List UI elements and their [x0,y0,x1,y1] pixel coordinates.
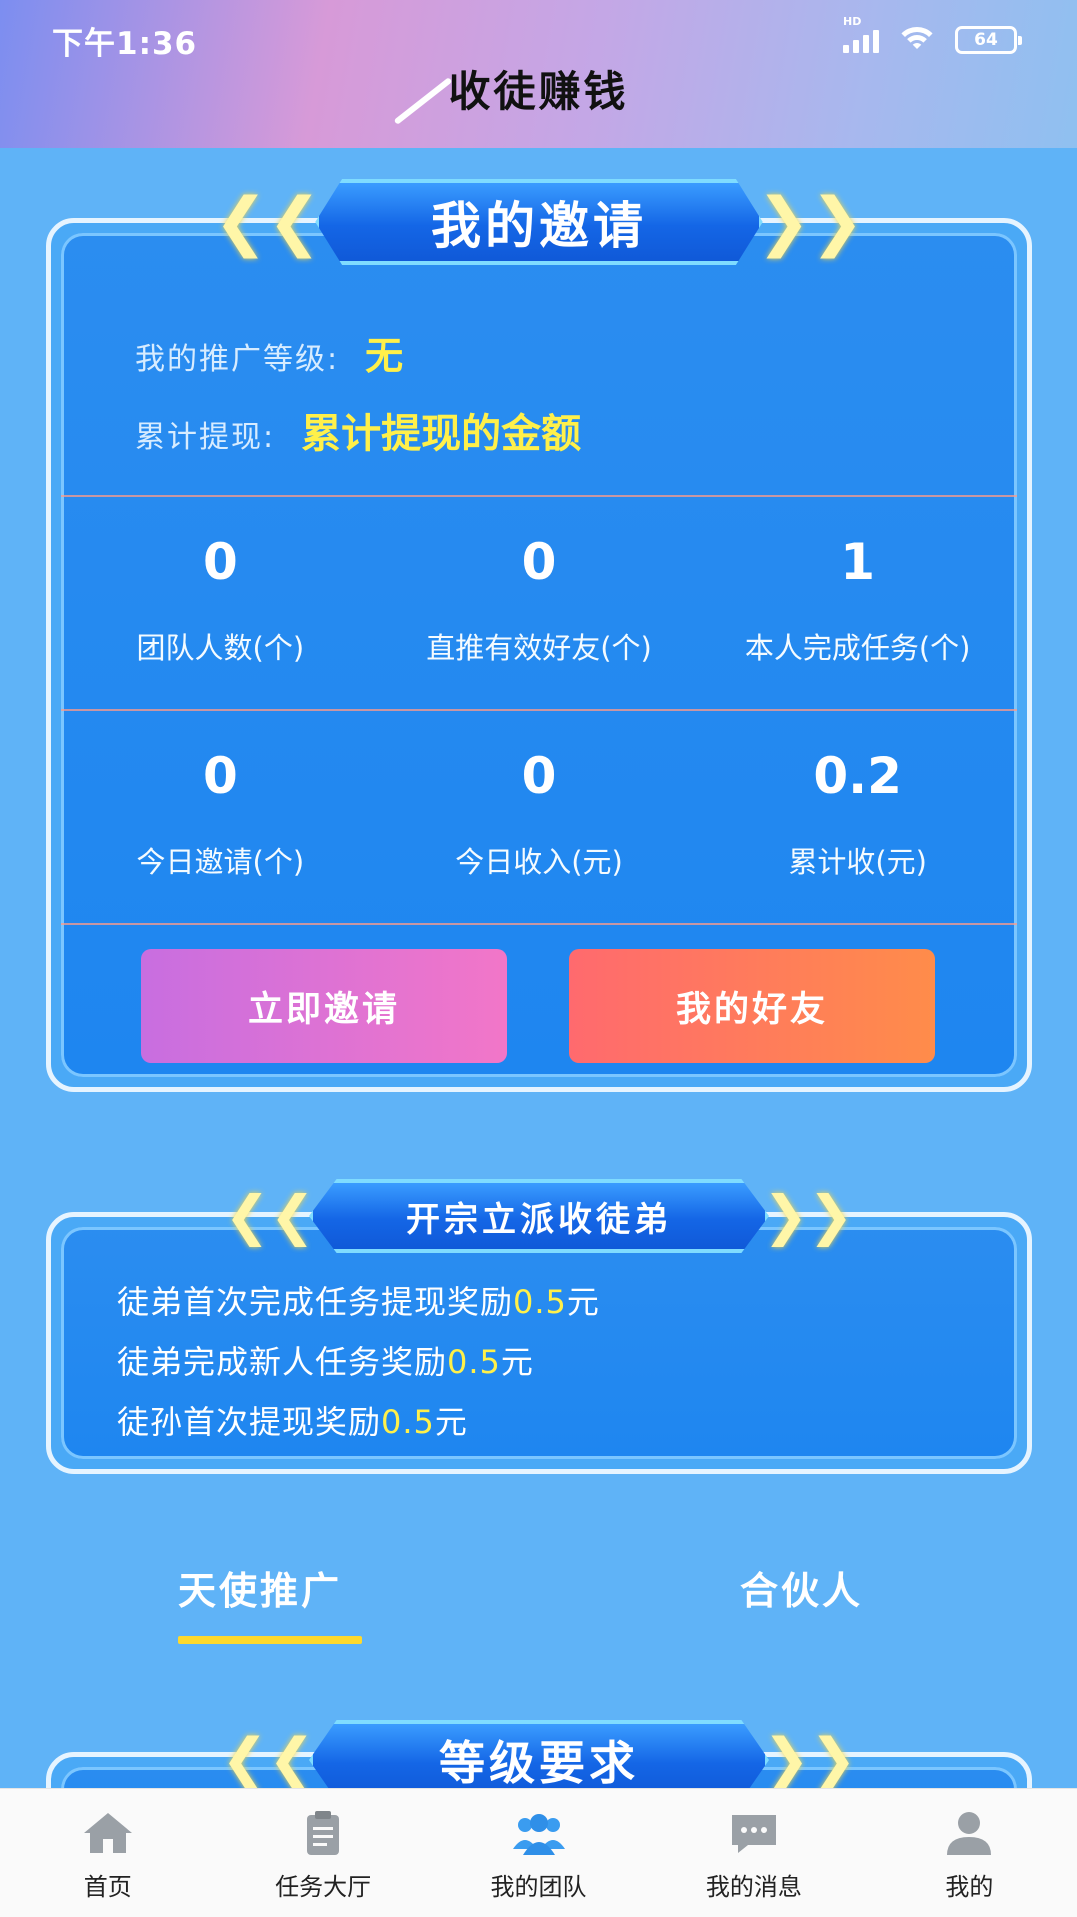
withdraw-value: 累计提现的金额 [301,411,582,457]
action-buttons: 立即邀请 我的好友 [61,949,1017,1063]
stat-value: 1 [840,533,876,591]
stat-label: 本人完成任务(个) [744,631,971,665]
stat-today-invites: 0 今日邀请(个) [61,747,380,881]
stat-direct-friends: 0 直推有效好友(个) [380,533,699,667]
nav-my-team[interactable]: 我的团队 [431,1789,646,1917]
hd-label: HD [843,15,862,28]
reward-line: 徒孙首次提现奖励0.5元 [117,1397,468,1443]
divider [61,923,1017,925]
nav-profile[interactable]: 我的 [862,1789,1077,1917]
reward-amount: 0.5 [447,1343,501,1381]
nav-task-hall[interactable]: 任务大厅 [215,1789,430,1917]
stat-today-income: 0 今日收入(元) [380,747,699,881]
message-icon [731,1815,776,1853]
tab-partner[interactable]: 合伙人 [740,1560,863,1615]
invite-banner-title: 我的邀请 [431,197,647,255]
nav-home[interactable]: 首页 [0,1789,215,1917]
invite-card-inner: 我的推广等级: 无 累计提现: 累计提现的金额 0 团队人数(个) 0 直推有效… [61,233,1017,1077]
promotion-level-row: 我的推广等级: 无 [135,325,403,380]
reward-unit: 元 [500,1343,534,1381]
promotion-level-value: 无 [365,334,404,378]
level-banner-title: 等级要求 [439,1736,639,1790]
stat-team-size: 0 团队人数(个) [61,533,380,667]
stats-row-2: 0 今日邀请(个) 0 今日收入(元) 0.2 累计收(元) [61,747,1017,881]
invite-banner: ❮❮ 我的邀请 ❯❯ [214,178,864,266]
nav-label: 任务大厅 [275,1873,372,1901]
reward-text: 徒弟首次完成任务提现奖励 [117,1283,514,1321]
rewards-banner-title: 开宗立派收徒弟 [406,1199,672,1240]
stat-value: 0 [521,533,557,591]
chevron-left-icon: ❮❮ [221,1727,315,1792]
chevron-right-icon: ❯❯ [763,1184,854,1247]
tab-angel-promotion[interactable]: 天使推广 [178,1560,342,1615]
stat-value: 0 [202,747,238,805]
user-icon [947,1812,992,1855]
nav-label: 我的 [945,1873,994,1901]
reward-unit: 元 [566,1283,600,1321]
team-icon [512,1814,565,1855]
divider [61,709,1017,711]
reward-text: 徒孙首次提现奖励 [117,1403,382,1441]
stat-label: 累计收(元) [788,845,927,879]
promotion-level-label: 我的推广等级: [135,342,340,377]
stat-label: 今日邀请(个) [136,845,305,879]
stat-value: 0 [202,533,238,591]
page-title: 收徒赚钱 [448,67,629,116]
invite-now-button[interactable]: 立即邀请 [141,949,507,1063]
nav-messages[interactable]: 我的消息 [646,1789,861,1917]
reward-line: 徒弟首次完成任务提现奖励0.5元 [117,1277,600,1323]
reward-text: 徒弟完成新人任务奖励 [117,1343,448,1381]
my-friends-button[interactable]: 我的好友 [569,949,935,1063]
stat-value: 0.2 [813,747,902,805]
stat-total-income: 0.2 累计收(元) [698,747,1017,881]
stats-row-1: 0 团队人数(个) 0 直推有效好友(个) 1 本人完成任务(个) [61,533,1017,667]
nav-label: 我的消息 [705,1873,802,1901]
chevron-left-icon: ❮❮ [214,185,322,259]
clipboard-icon [307,1811,340,1855]
home-icon [83,1813,132,1853]
rewards-card-inner: 徒弟首次完成任务提现奖励0.5元 徒弟完成新人任务奖励0.5元 徒孙首次提现奖励… [61,1227,1017,1459]
stat-label: 团队人数(个) [136,631,305,665]
battery-icon: 64 [955,26,1022,54]
nav-label: 首页 [83,1873,132,1901]
status-time: 下午1:36 [52,25,198,62]
reward-unit: 元 [434,1403,468,1441]
promotion-tabs: 天使推广 合伙人 [0,1560,1077,1650]
active-tab-indicator [178,1636,362,1644]
invite-banner-plate: 我的邀请 [315,179,763,265]
reward-line: 徒弟完成新人任务奖励0.5元 [117,1337,534,1383]
withdraw-row: 累计提现: 累计提现的金额 [135,401,581,459]
status-icons: HD 64 [843,15,1022,55]
chevron-left-icon: ❮❮ [224,1184,316,1247]
bottom-nav: 首页 任务大厅 我的团队 我的消息 我的 [0,1788,1077,1917]
rewards-banner-plate: 开宗立派收徒弟 [309,1179,769,1253]
withdraw-label: 累计提现: [135,420,276,455]
battery-level: 64 [974,30,998,50]
divider [61,495,1017,497]
invite-card: 我的推广等级: 无 累计提现: 累计提现的金额 0 团队人数(个) 0 直推有效… [46,218,1032,1092]
nav-label: 我的团队 [490,1873,587,1901]
wifi-icon [895,25,939,55]
stat-label: 今日收入(元) [455,845,623,879]
reward-amount: 0.5 [381,1403,435,1441]
chevron-right-icon: ❯❯ [763,1727,857,1792]
stat-label: 直推有效好友(个) [426,631,652,665]
chevron-right-icon: ❯❯ [756,185,864,259]
rewards-banner: ❮❮ 开宗立派收徒弟 ❯❯ [214,1172,864,1260]
stat-my-tasks: 1 本人完成任务(个) [698,533,1017,667]
reward-amount: 0.5 [513,1283,567,1321]
signal-icon: HD [843,15,879,53]
stat-value: 0 [521,747,557,805]
